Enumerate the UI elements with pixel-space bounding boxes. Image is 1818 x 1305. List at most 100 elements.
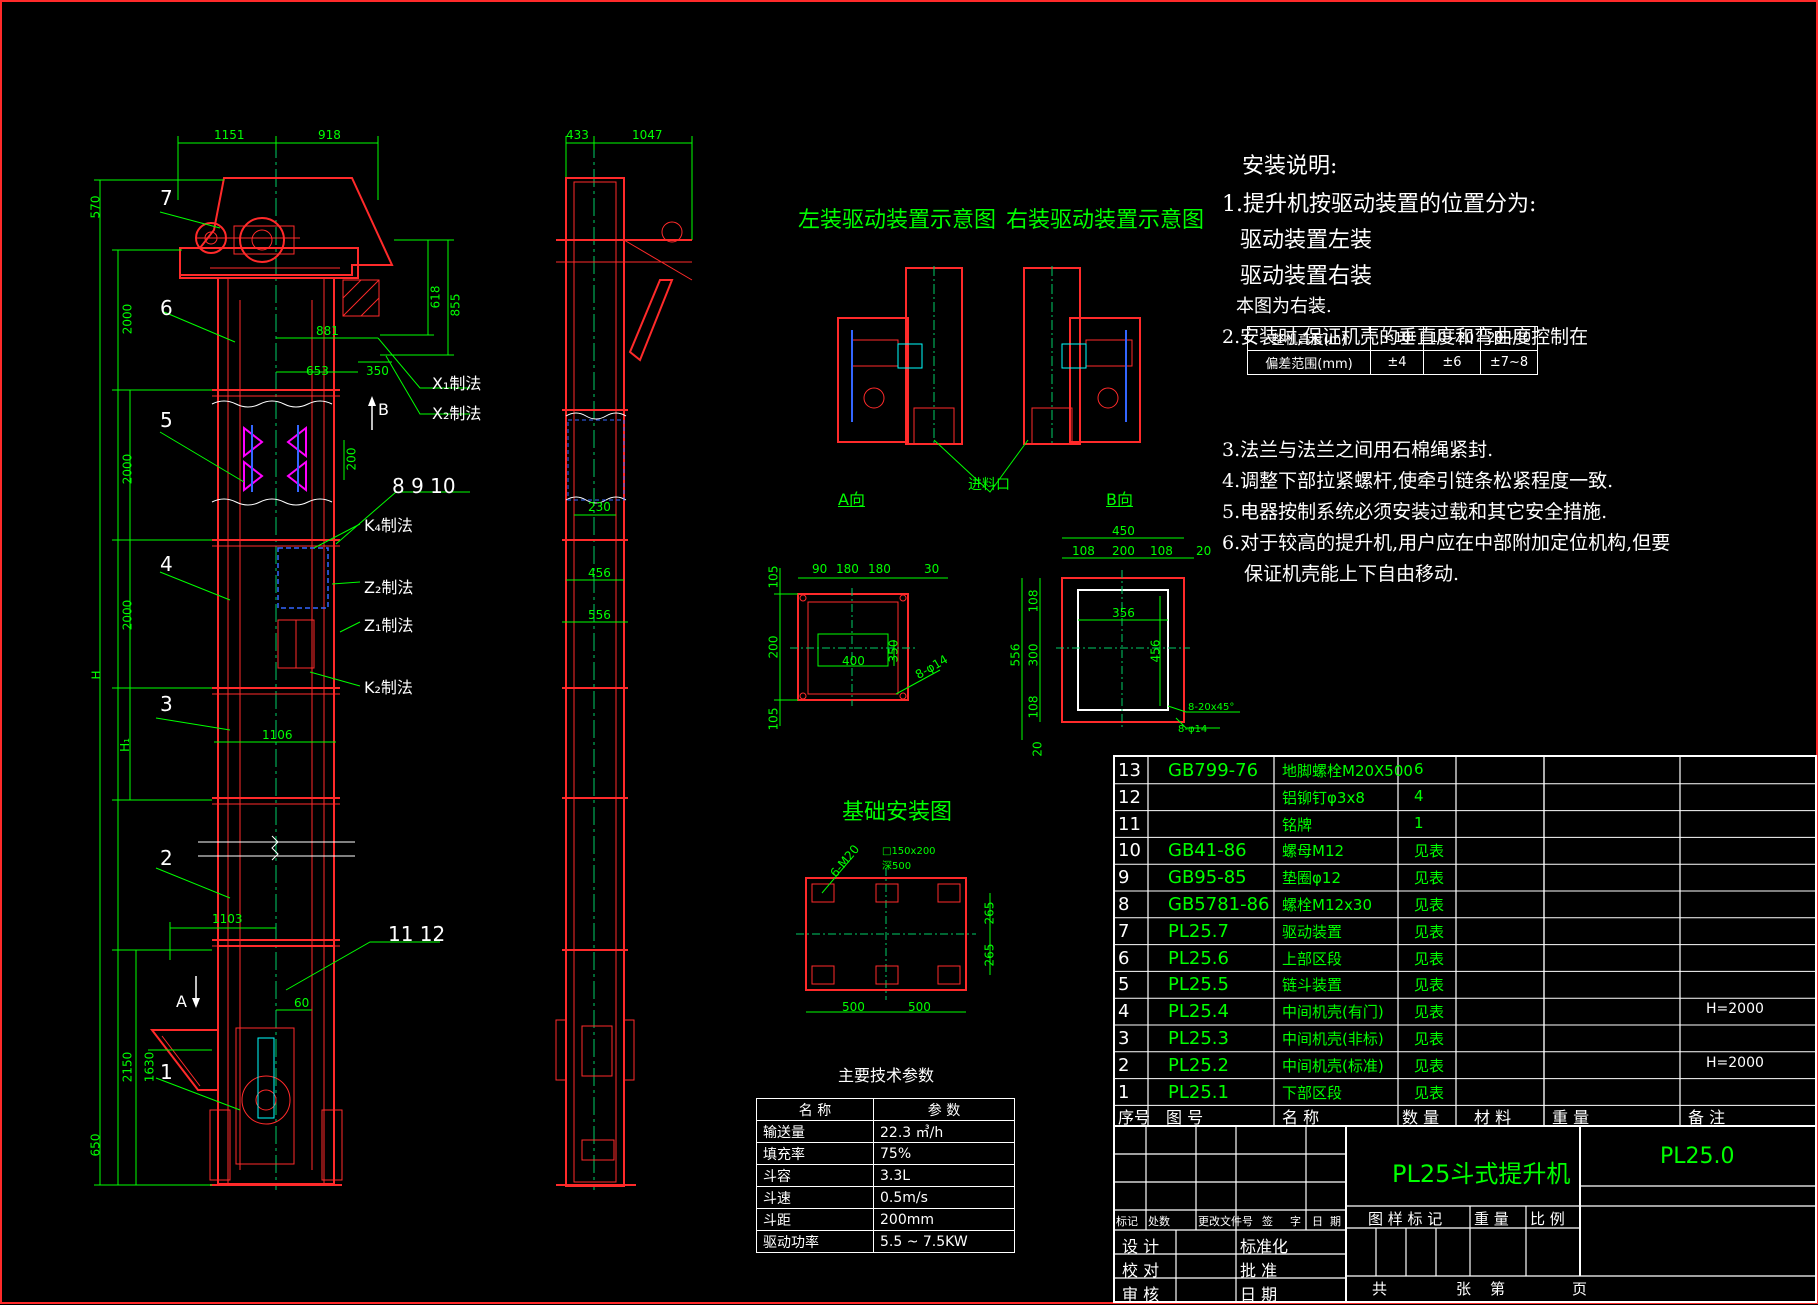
rev-period: 期 bbox=[1330, 1215, 1341, 1228]
tech-value: 22.3 ㎥/h bbox=[873, 1120, 1015, 1143]
bom-header-name: 名 称 bbox=[1282, 1108, 1320, 1127]
side-dim-230: 230 bbox=[588, 500, 611, 514]
flange-a-dim-105a: 105 bbox=[766, 565, 781, 589]
callout-k4: K₄制法 bbox=[364, 516, 413, 535]
deviation-cell: ±4 bbox=[1370, 350, 1424, 375]
tech-params-table: 名 称 参 数 输送量 22.3 ㎥/h 填充率 75% 斗容 3.3L 斗速 0.5m… bbox=[756, 1098, 1015, 1253]
rev-count: 处数 bbox=[1148, 1215, 1170, 1228]
tb-check: 校 对 bbox=[1122, 1261, 1160, 1280]
flange-a-dim-30: 30 bbox=[924, 562, 940, 576]
callout-11-12: 11 12 bbox=[388, 922, 446, 946]
feed-inlet-label: 进料口 bbox=[968, 477, 1010, 493]
bom-cell: 见表 bbox=[1414, 842, 1445, 861]
bom-cell: PL25.6 bbox=[1168, 947, 1229, 969]
bom-header-material: 材 料 bbox=[1474, 1108, 1512, 1127]
flange-a-dim-350: 350 bbox=[886, 639, 901, 663]
deviation-cell: <10 bbox=[1370, 326, 1424, 351]
bom-cell: 地脚螺栓M20X500 bbox=[1282, 762, 1413, 780]
deviation-cell: ±7~8 bbox=[1479, 350, 1538, 375]
flange-a-dim-200: 200 bbox=[766, 635, 781, 659]
bom-cell: 铝铆钉φ3x8 bbox=[1282, 788, 1365, 807]
tb-approve: 批 准 bbox=[1240, 1261, 1278, 1280]
bom-header-qty: 数 量 bbox=[1402, 1108, 1440, 1127]
bom-cell: H=2000 bbox=[1706, 1054, 1764, 1071]
note-4: 4.调整下部拉紧螺杆,使牵引链条松紧程度一致. bbox=[1222, 470, 1614, 492]
callout-z1: Z₁制法 bbox=[364, 616, 414, 635]
side-dim-556: 556 bbox=[588, 608, 611, 622]
bom-cell: 螺栓M12x30 bbox=[1282, 896, 1372, 914]
callout-k2: K₂制法 bbox=[364, 678, 413, 697]
foundation-dim-500a: 500 bbox=[842, 1000, 865, 1014]
bom-cell: 7 bbox=[1118, 920, 1130, 942]
right-dim-350: 350 bbox=[366, 364, 389, 378]
bom-cell: 4 bbox=[1414, 786, 1424, 805]
note-5: 5.电器按制系统必须安装过载和其它安全措施. bbox=[1222, 501, 1608, 523]
tb-sheet-total: 共 bbox=[1372, 1280, 1388, 1298]
part-number-4: 4 bbox=[160, 552, 173, 576]
bom-cell: 见表 bbox=[1414, 1056, 1445, 1075]
foundation-dim-265b: 265 bbox=[982, 943, 997, 967]
bom-cell: PL25.4 bbox=[1168, 1001, 1229, 1023]
view-a-label: A向 bbox=[838, 490, 865, 509]
rev-doc: 更改文件号 bbox=[1198, 1215, 1253, 1228]
note-6: 6.对于较高的提升机,用户应在中部附加定位机构,但要 bbox=[1222, 532, 1671, 554]
tech-row: 驱动功率 5.5 ~ 7.5KW bbox=[756, 1230, 1015, 1253]
bom-cell: 1 bbox=[1118, 1081, 1130, 1103]
tech-row: 输送量 22.3 ㎥/h bbox=[756, 1120, 1015, 1143]
mid-dim-1103: 1103 bbox=[212, 912, 243, 926]
foundation-title: 基础安装图 bbox=[842, 800, 953, 825]
drawing-code: PL25.0 bbox=[1660, 1144, 1735, 1169]
rev-mark: 标记 bbox=[1116, 1215, 1138, 1228]
foundation-pocket: □150x200 深500 bbox=[882, 846, 936, 872]
flange-b-dim-356: 356 bbox=[1112, 606, 1135, 620]
left-dim-2000b: 2000 bbox=[120, 453, 135, 485]
note-1b: 驱动装置右装 bbox=[1240, 264, 1373, 289]
drawing-title: PL25斗式提升机 bbox=[1392, 1160, 1571, 1188]
front-top-dim-1: 1151 bbox=[214, 128, 245, 142]
deviation-table: 整机高度(m) <10 10~20 20~40 偏差范围(mm) ±4 ±6 ±… bbox=[1247, 326, 1538, 375]
tb-mark-header: 图 样 标 记 bbox=[1368, 1210, 1443, 1228]
bom-cell: 中间机壳(非标) bbox=[1282, 1030, 1384, 1048]
bom-cell: 见表 bbox=[1414, 1030, 1445, 1048]
callout-8-9-10: 8 9 10 bbox=[392, 474, 456, 498]
bom-cell: 8 bbox=[1118, 894, 1130, 915]
tech-row: 斗距 200mm bbox=[756, 1208, 1015, 1231]
tech-name: 斗距 bbox=[756, 1208, 874, 1231]
flange-b-chamfer: 8-20x45° bbox=[1188, 702, 1235, 713]
callout-x2: X₂制法 bbox=[432, 404, 482, 423]
flange-a-dim-105b: 105 bbox=[766, 707, 781, 731]
tech-params-caption: 主要技术参数 bbox=[838, 1066, 935, 1085]
note-6b: 保证机壳能上下自由移动. bbox=[1244, 563, 1460, 585]
note-1c: 本图为右装. bbox=[1236, 296, 1332, 317]
tech-row: 斗容 3.3L bbox=[756, 1164, 1015, 1187]
bom-header-remark: 备 注 bbox=[1688, 1108, 1726, 1127]
front-elevation bbox=[94, 136, 470, 1190]
bom-cell: 铭牌 bbox=[1282, 815, 1313, 834]
bom-cell: PL25.3 bbox=[1168, 1028, 1229, 1049]
bom-cell: 11 bbox=[1118, 813, 1141, 835]
deviation-cell: 20~40 bbox=[1479, 326, 1538, 351]
bom-cell: 13 bbox=[1118, 760, 1141, 781]
tb-standard: 标准化 bbox=[1240, 1237, 1289, 1256]
tech-header-cell: 参 数 bbox=[873, 1098, 1015, 1121]
bom-cell: 4 bbox=[1118, 1001, 1130, 1023]
note-1: 1.提升机按驱动装置的位置分为: bbox=[1222, 192, 1537, 217]
tech-value: 200mm bbox=[873, 1208, 1015, 1231]
bom-cell: GB95-85 bbox=[1168, 867, 1247, 889]
flange-b-dim-20: 20 bbox=[1196, 544, 1212, 558]
flange-b-hole: 8-φ14 bbox=[1178, 724, 1208, 735]
mid-dim-1106: 1106 bbox=[262, 728, 293, 742]
flange-b-dim-556: 556 bbox=[1008, 643, 1023, 667]
bom-cell: 见表 bbox=[1414, 922, 1445, 941]
view-b-marker: B bbox=[378, 400, 389, 419]
flange-a-dim-180a: 180 bbox=[836, 562, 859, 576]
deviation-cell: 10~20 bbox=[1423, 326, 1481, 351]
bom-cell: 中间机壳(有门) bbox=[1282, 1003, 1384, 1022]
part-number-6: 6 bbox=[160, 296, 173, 320]
flange-b-dim-108c: 108 bbox=[1026, 589, 1041, 613]
right-dim-200: 200 bbox=[344, 447, 359, 471]
tech-name: 驱动功率 bbox=[756, 1230, 874, 1253]
tech-row: 填充率 75% bbox=[756, 1142, 1015, 1165]
bom-cell: PL25.2 bbox=[1168, 1054, 1229, 1076]
callout-x1: X₁制法 bbox=[432, 374, 482, 393]
